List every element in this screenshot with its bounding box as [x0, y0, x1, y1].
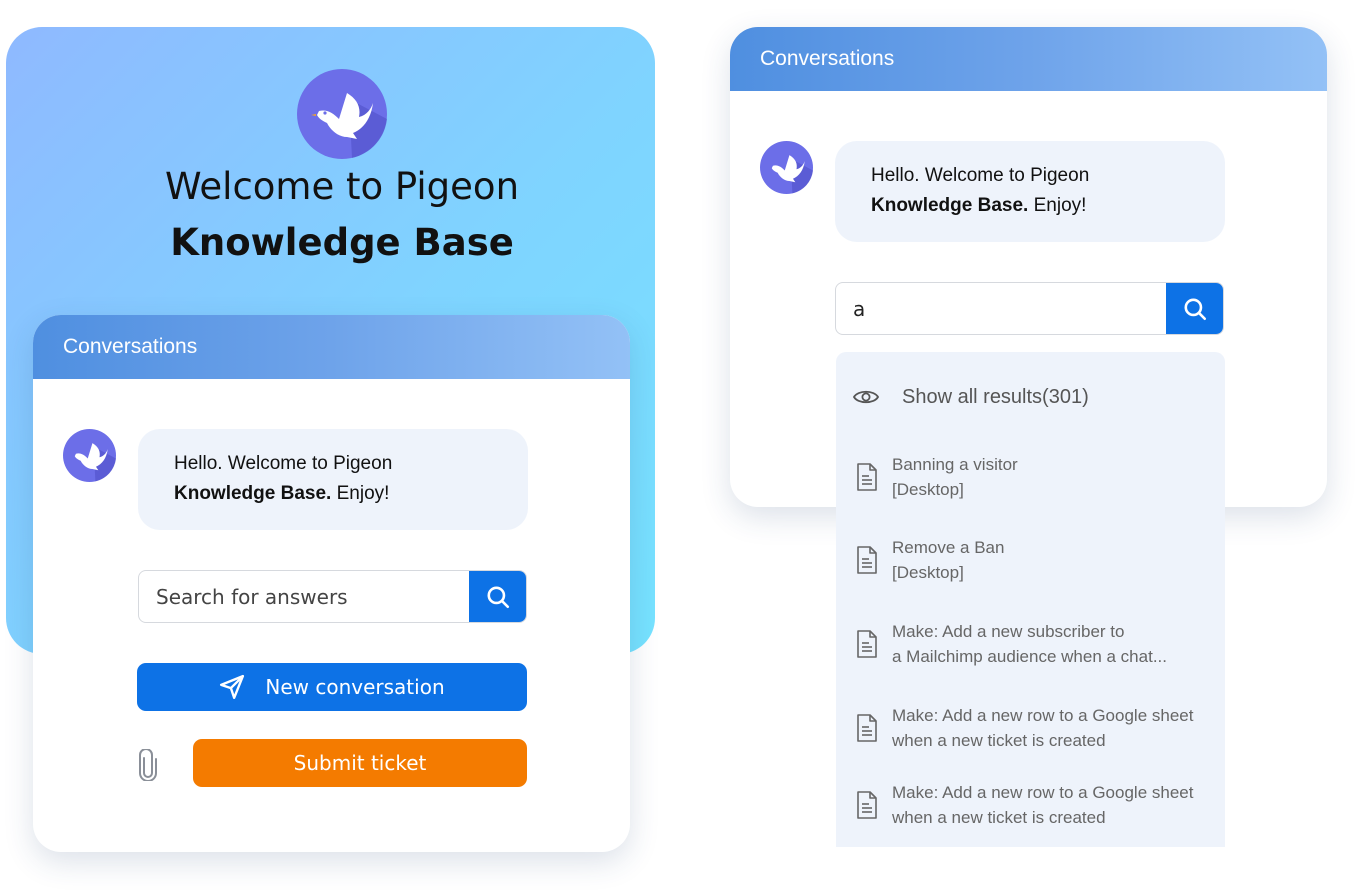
- result-item[interactable]: Make: Add a new row to a Google sheet wh…: [855, 703, 1217, 753]
- show-all-results[interactable]: Show all results(301): [852, 382, 1089, 412]
- hero-title-line2: Knowledge Base: [170, 221, 514, 264]
- welcome-message-bubble: Hello. Welcome to Pigeon Knowledge Base.…: [138, 429, 528, 530]
- show-all-label: Show all results(301): [902, 385, 1089, 408]
- submit-ticket-button[interactable]: Submit ticket: [193, 739, 527, 787]
- search-icon: [1183, 297, 1206, 320]
- search-bar: [138, 570, 527, 623]
- document-icon: [857, 791, 877, 819]
- search-button[interactable]: [1166, 283, 1223, 334]
- result-line2: a Mailchimp audience when a chat...: [892, 647, 1167, 666]
- chat-widget-left: Conversations Hello. Welcome to Pigeon K…: [33, 315, 630, 852]
- hero-title: Welcome to Pigeon Knowledge Base: [6, 164, 678, 266]
- pigeon-logo-icon: [297, 69, 387, 159]
- result-line1: Make: Add a new subscriber to: [892, 622, 1125, 641]
- search-results-dropdown: Show all results(301) Banning a visitor …: [836, 352, 1225, 847]
- widget-header-title: Conversations: [33, 315, 630, 379]
- result-line1: Banning a visitor: [892, 455, 1018, 474]
- result-line2: when a new ticket is created: [892, 731, 1106, 750]
- submit-ticket-label: Submit ticket: [293, 751, 427, 775]
- result-line2: when a new ticket is created: [892, 808, 1106, 827]
- welcome-message-bubble: Hello. Welcome to Pigeon Knowledge Base.…: [835, 141, 1225, 242]
- document-icon: [857, 714, 877, 742]
- result-line1: Make: Add a new row to a Google sheet: [892, 706, 1194, 725]
- message-line1: Hello. Welcome to Pigeon: [871, 165, 1090, 186]
- result-line1: Remove a Ban: [892, 538, 1005, 557]
- search-input[interactable]: [836, 283, 1166, 334]
- document-icon: [857, 630, 877, 658]
- widget-header-title: Conversations: [730, 27, 1327, 91]
- search-bar: [835, 282, 1224, 335]
- hero-title-line1: Welcome to Pigeon: [164, 165, 520, 208]
- document-icon: [857, 463, 877, 491]
- result-line2: [Desktop]: [892, 480, 964, 499]
- send-icon: [220, 674, 245, 700]
- result-item[interactable]: Make: Add a new subscriber to a Mailchim…: [855, 619, 1217, 669]
- result-item[interactable]: Banning a visitor [Desktop]: [855, 452, 1217, 502]
- new-conversation-label: New conversation: [265, 675, 445, 699]
- eye-icon: [852, 390, 880, 404]
- paperclip-icon[interactable]: [137, 749, 159, 781]
- result-line1: Make: Add a new row to a Google sheet: [892, 783, 1194, 802]
- message-bold: Knowledge Base.: [871, 195, 1029, 216]
- new-conversation-button[interactable]: New conversation: [137, 663, 527, 711]
- bot-avatar-icon: [760, 141, 813, 194]
- message-line1: Hello. Welcome to Pigeon: [174, 453, 393, 474]
- bot-avatar-icon: [63, 429, 116, 482]
- search-input[interactable]: [139, 571, 469, 622]
- result-item[interactable]: Remove a Ban [Desktop]: [855, 535, 1217, 585]
- message-rest: Enjoy!: [1028, 195, 1087, 216]
- result-line2: [Desktop]: [892, 563, 964, 582]
- message-bold: Knowledge Base.: [174, 483, 332, 504]
- search-button[interactable]: [469, 571, 526, 622]
- message-rest: Enjoy!: [331, 483, 390, 504]
- result-item[interactable]: Make: Add a new row to a Google sheet wh…: [855, 780, 1217, 830]
- document-icon: [857, 546, 877, 574]
- search-icon: [486, 585, 509, 608]
